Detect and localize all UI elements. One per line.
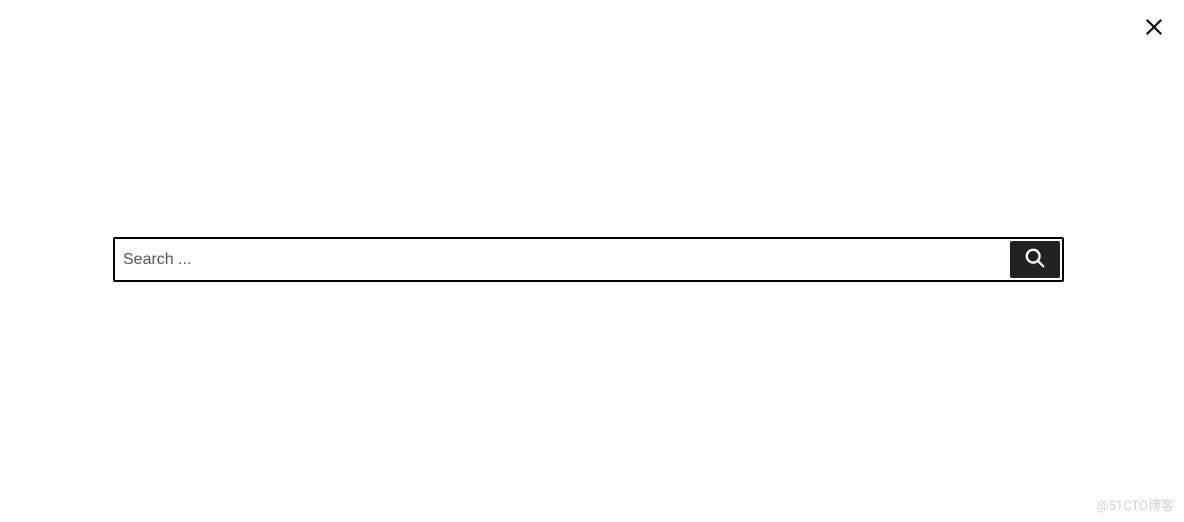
watermark: @51CTO博客 [1097,495,1174,514]
close-icon [1144,17,1164,40]
search-button[interactable] [1010,241,1060,278]
search-form [113,237,1064,282]
close-button[interactable] [1142,16,1166,40]
search-input[interactable] [115,239,1008,280]
search-icon [1024,247,1046,272]
